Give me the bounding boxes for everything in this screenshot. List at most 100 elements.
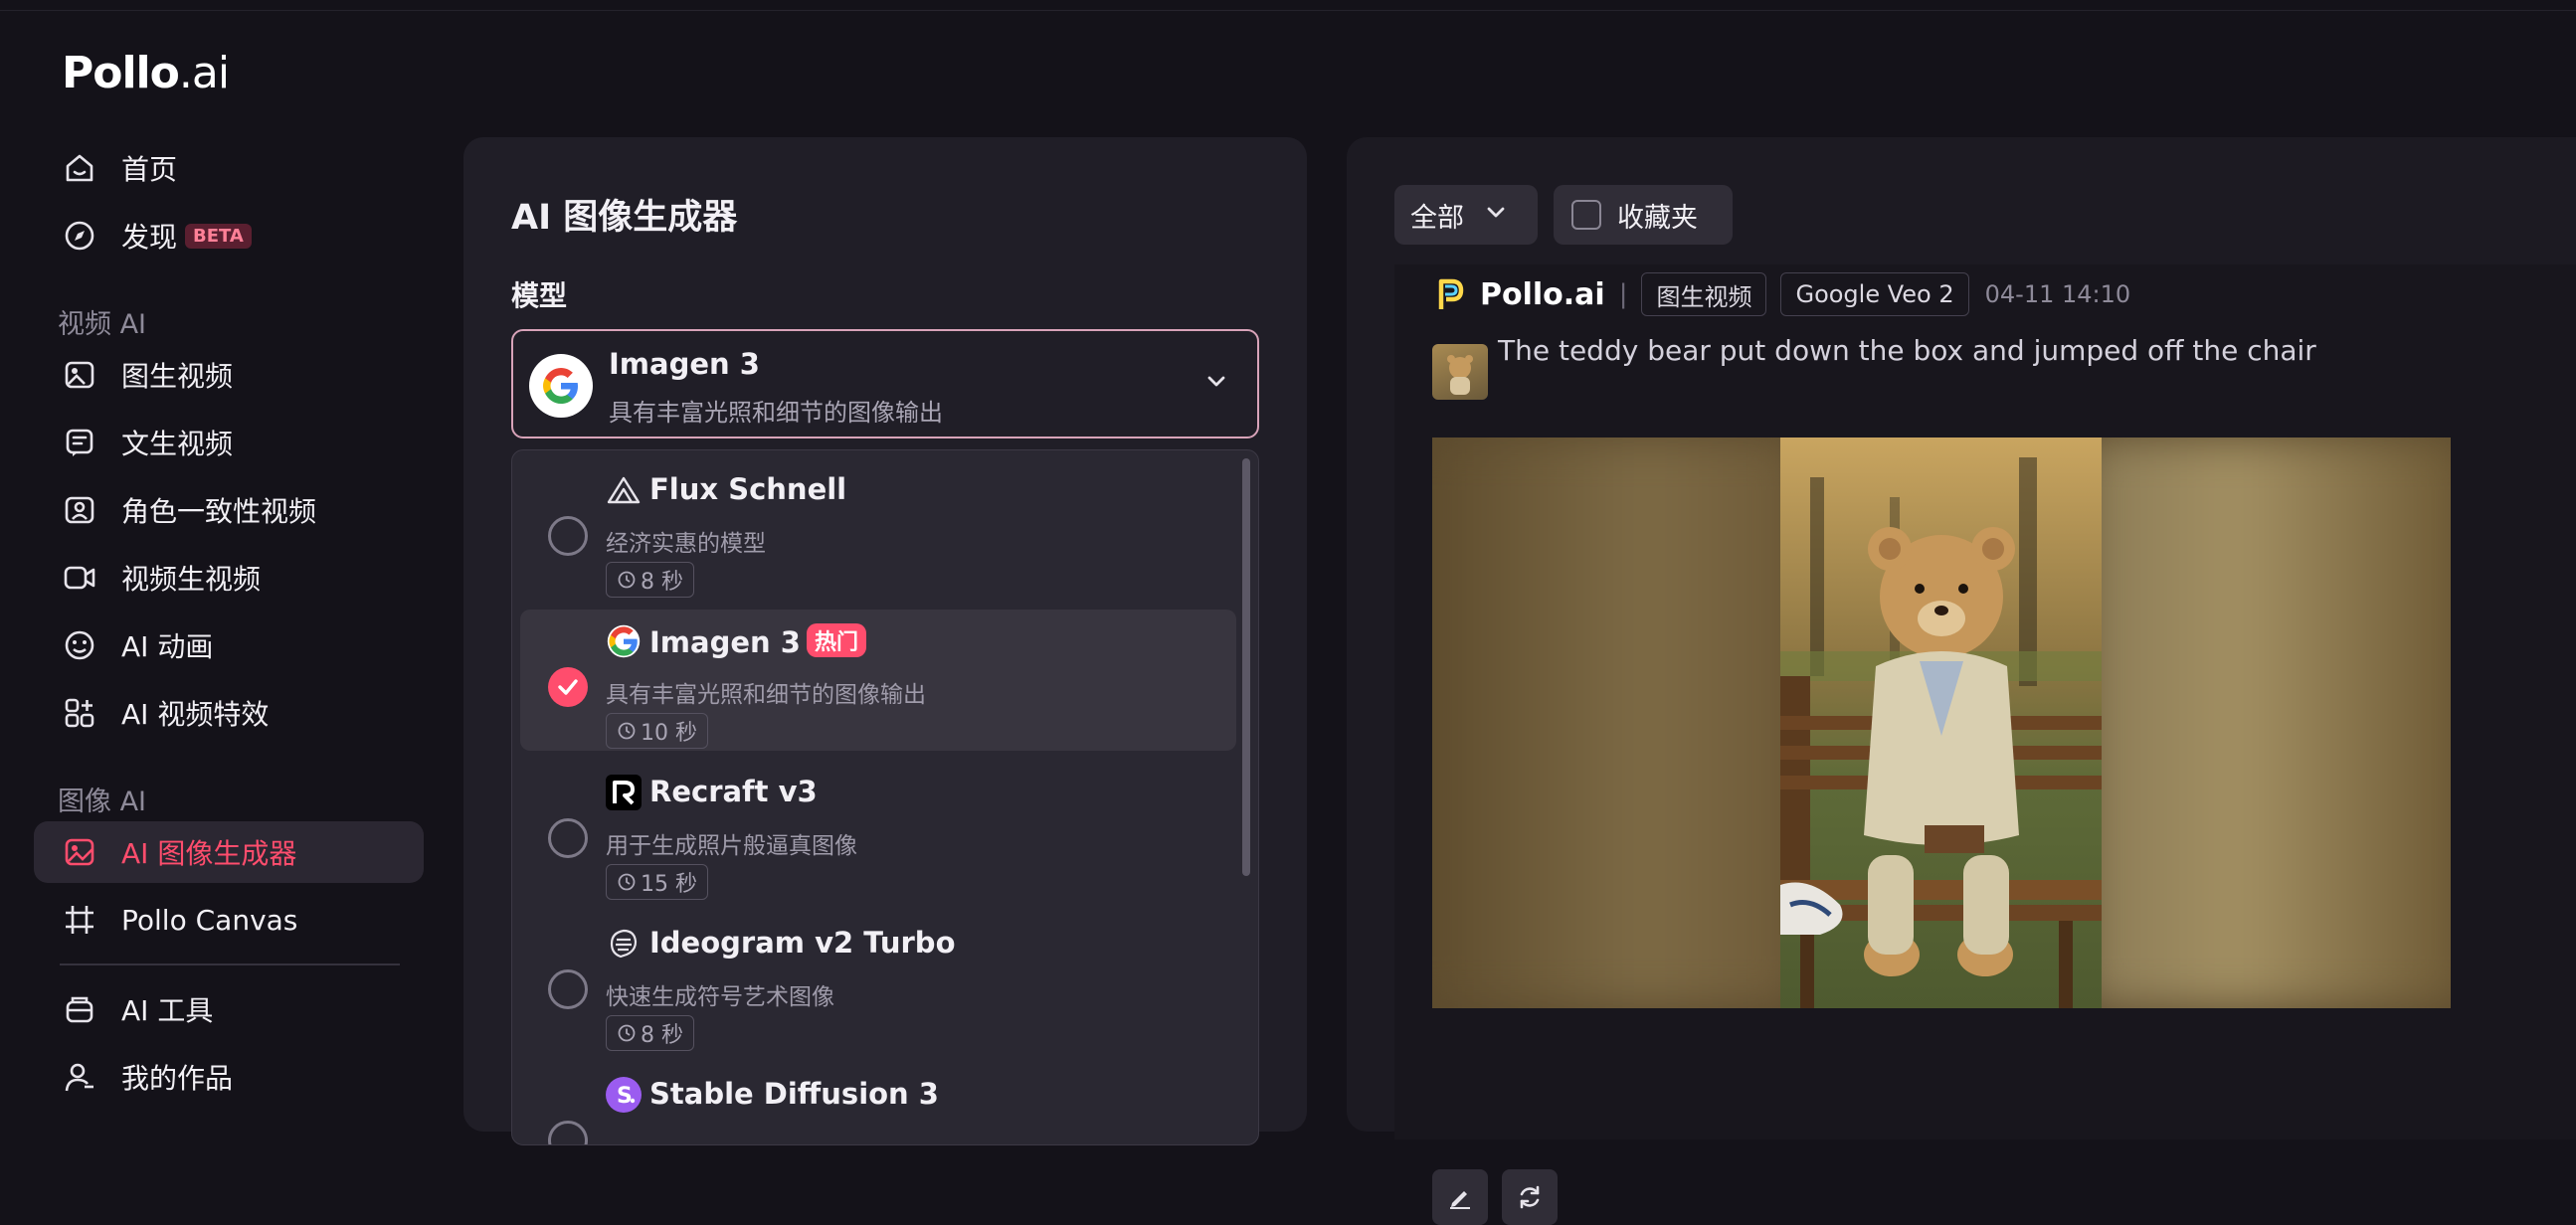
flux-icon: [606, 472, 642, 508]
sidebar-item-my-works[interactable]: 我的作品: [34, 1046, 424, 1108]
check-icon: [558, 679, 578, 695]
pollo-logo[interactable]: Pollo.ai: [62, 48, 230, 98]
sidebar-item-image-to-video[interactable]: 图生视频: [34, 344, 424, 406]
model-label: 模型: [511, 279, 568, 312]
canvas-icon: [60, 900, 99, 940]
ideogram-icon: [606, 926, 642, 962]
prompt-text: The teddy bear put down the box and jump…: [1498, 334, 2316, 367]
page-title: AI 图像生成器: [511, 198, 738, 238]
character-video-icon: [60, 490, 99, 530]
radio-button[interactable]: [548, 969, 588, 1009]
filter-dropdown[interactable]: 全部: [1394, 185, 1538, 245]
blurred-backdrop-right: [2083, 438, 2451, 1008]
time-badge: 8 秒: [606, 1015, 694, 1051]
svg-text:S: S: [617, 1084, 633, 1109]
selected-model-name: Imagen 3: [609, 347, 760, 381]
radio-button-checked[interactable]: [548, 667, 588, 707]
sidebar-item-home[interactable]: 首页: [34, 137, 424, 199]
model-option-description: 经济实惠的模型: [606, 531, 766, 557]
model-option-stable-diffusion-3[interactable]: S Stable Diffusion 3: [520, 1063, 1236, 1144]
result-header: Pollo.ai | 图生视频 Google Veo 2 04-11 14:10: [1432, 272, 2130, 316]
blurred-backdrop-left: [1432, 438, 1800, 1008]
pollo-brand-icon: [1438, 278, 1464, 309]
teddy-bear-image: [1780, 438, 2102, 1008]
source-thumbnail[interactable]: [1432, 344, 1488, 400]
sidebar-item-ai-image-generator[interactable]: AI 图像生成器: [34, 821, 424, 883]
edit-button[interactable]: [1432, 1169, 1488, 1225]
sidebar-divider: [60, 963, 400, 965]
stable-diffusion-icon: S: [606, 1077, 642, 1113]
text-to-video-icon: [60, 423, 99, 462]
google-icon: [529, 354, 593, 418]
sidebar-item-discover[interactable]: 发现 BETA: [34, 205, 424, 266]
model-option-name: Imagen 3 热门: [649, 623, 866, 659]
compass-icon: [60, 216, 99, 256]
favorites-checkbox[interactable]: [1571, 200, 1601, 230]
filter-label: 全部: [1410, 202, 1464, 234]
model-dropdown: Flux Schnell 经济实惠的模型 8 秒 Imagen 3 热门 具有丰富…: [511, 449, 1259, 1145]
sidebar-item-label: AI 工具: [121, 994, 214, 1027]
sidebar-item-ai-video-effects[interactable]: AI 视频特效: [34, 682, 424, 744]
results-panel: 全部 收藏夹 Pollo.ai | 图生视频 Google Veo 2 04-1…: [1347, 137, 2576, 1225]
sidebar-item-ai-animation[interactable]: AI 动画: [34, 614, 424, 676]
model-option-imagen-3[interactable]: Imagen 3 热门 具有丰富光照和细节的图像输出 10 秒: [520, 610, 1236, 751]
home-icon: [60, 148, 99, 188]
brand-name: Pollo.ai: [1480, 276, 1605, 312]
regenerate-button[interactable]: [1502, 1169, 1558, 1225]
tools-icon: [60, 989, 99, 1029]
sidebar-item-ai-tools[interactable]: AI 工具: [34, 978, 424, 1040]
separator: |: [1618, 279, 1628, 309]
tag-image-to-video: 图生视频: [1641, 272, 1767, 316]
model-option-flux-schnell[interactable]: Flux Schnell 经济实惠的模型 8 秒: [520, 458, 1236, 600]
sidebar-item-pollo-canvas[interactable]: Pollo Canvas: [34, 889, 424, 951]
sidebar-item-label: AI 图像生成器: [121, 837, 297, 870]
result-card: Pollo.ai | 图生视频 Google Veo 2 04-11 14:10…: [1394, 264, 2576, 1225]
sidebar-item-label: 角色一致性视频: [121, 495, 317, 528]
model-option-name: Ideogram v2 Turbo: [649, 926, 956, 960]
sidebar-item-text-to-video[interactable]: 文生视频: [34, 412, 424, 473]
model-option-description: 具有丰富光照和细节的图像输出: [606, 682, 926, 708]
sidebar-item-label: 首页: [121, 153, 178, 186]
model-option-ideogram-v2-turbo[interactable]: Ideogram v2 Turbo 快速生成符号艺术图像 8 秒: [520, 912, 1236, 1053]
video-to-video-icon: [60, 558, 99, 598]
sidebar-item-label: 发现: [121, 221, 178, 254]
effects-icon: [60, 693, 99, 733]
time-badge: 15 秒: [606, 864, 708, 900]
selected-model-description: 具有丰富光照和细节的图像输出: [609, 399, 943, 427]
animation-icon: [60, 625, 99, 665]
radio-button[interactable]: [548, 818, 588, 858]
model-option-description: 用于生成照片般逼真图像: [606, 833, 857, 859]
favorites-label: 收藏夹: [1617, 202, 1698, 234]
sidebar-item-label: 我的作品: [121, 1062, 234, 1095]
sidebar-item-video-to-video[interactable]: 视频生视频: [34, 547, 424, 609]
model-option-description: 快速生成符号艺术图像: [606, 984, 834, 1010]
image-to-video-icon: [60, 355, 99, 395]
tag-model: Google Veo 2: [1780, 272, 1969, 316]
image-generator-icon: [60, 832, 99, 872]
time-badge: 10 秒: [606, 713, 708, 749]
google-icon: [606, 623, 642, 659]
clock-icon: [618, 873, 636, 891]
section-title-image-ai: 图像 AI: [58, 787, 147, 817]
chevron-down-icon: [1484, 201, 1508, 229]
chevron-down-icon[interactable]: [1203, 369, 1229, 399]
sidebar-item-label: AI 视频特效: [121, 698, 270, 731]
clock-icon: [618, 722, 636, 740]
model-option-recraft-v3[interactable]: Recraft v3 用于生成照片般逼真图像 15 秒: [520, 761, 1236, 902]
favorites-toggle[interactable]: 收藏夹: [1554, 185, 1733, 245]
generated-video-preview[interactable]: [1432, 438, 2451, 1008]
sidebar-item-character-video[interactable]: 角色一致性视频: [34, 479, 424, 541]
refresh-icon: [1520, 1185, 1540, 1209]
works-icon: [60, 1057, 99, 1097]
top-divider: [0, 10, 2576, 11]
timestamp: 04-11 14:10: [1984, 280, 2131, 308]
radio-button[interactable]: [548, 516, 588, 556]
dropdown-scrollbar[interactable]: [1242, 458, 1250, 876]
model-select[interactable]: Imagen 3 具有丰富光照和细节的图像输出: [511, 329, 1259, 438]
recraft-icon: [606, 775, 642, 810]
model-option-name: Recraft v3: [649, 775, 818, 808]
sidebar-item-label: 图生视频: [121, 360, 234, 393]
sidebar-item-label: Pollo Canvas: [121, 903, 298, 937]
radio-button[interactable]: [548, 1121, 588, 1144]
model-option-name: Stable Diffusion 3: [649, 1077, 939, 1111]
